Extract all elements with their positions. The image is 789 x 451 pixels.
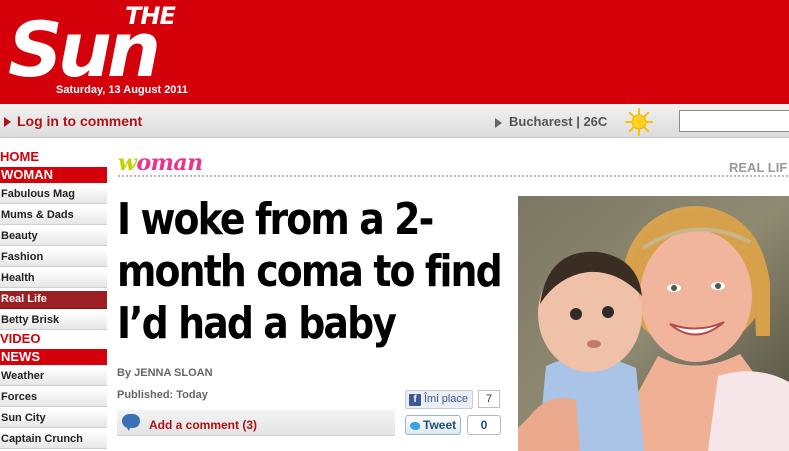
tweet-button[interactable]: Tweet [405, 415, 461, 435]
nav-item-health[interactable]: Health [0, 270, 107, 288]
facebook-like-button[interactable]: f Îmi place [405, 390, 474, 409]
tweet-count: 0 [467, 415, 501, 435]
facebook-like-label: Îmi place [424, 393, 469, 405]
woman-section-logo[interactable]: woman [118, 150, 203, 176]
nav-item-fabulous-mag[interactable]: Fabulous Mag [0, 186, 107, 204]
real-life-section-link[interactable]: REAL LIF [729, 160, 787, 175]
section-logo-rest: oman [136, 150, 203, 176]
login-label: Log in to comment [17, 113, 143, 129]
nav-item-beauty[interactable]: Beauty [0, 228, 107, 246]
arrow-right-icon [4, 117, 11, 128]
nav-item-sun-city[interactable]: Sun City [0, 410, 107, 428]
nav-item-mums-dads[interactable]: Mums & Dads [0, 207, 107, 225]
utility-bar: Log in to comment Bucharest | 26C [0, 104, 789, 138]
nav-item-weather[interactable]: Weather [0, 368, 107, 386]
weather-label: Bucharest | 26C [509, 114, 608, 129]
arrow-right-icon [495, 117, 502, 128]
weather-link[interactable]: Bucharest | 26C [495, 114, 607, 129]
sun-icon [625, 108, 653, 136]
article-photo[interactable] [518, 196, 789, 451]
masthead: Sun THE Saturday, 13 August 2011 [0, 0, 789, 104]
section-logo-initial: w [118, 150, 137, 176]
login-link[interactable]: Log in to comment [4, 113, 142, 129]
nav-video[interactable]: VIDEO [0, 332, 107, 346]
tweet-label: Tweet [423, 418, 457, 432]
nav-item-forces[interactable]: Forces [0, 389, 107, 407]
section-divider [118, 175, 789, 177]
nav-woman[interactable]: WOMAN [0, 167, 107, 183]
nav-item-real-life[interactable]: Real Life [0, 291, 107, 309]
nav-item-fashion[interactable]: Fashion [0, 249, 107, 267]
speech-bubble-icon [122, 414, 140, 431]
facebook-like-count: 7 [478, 390, 500, 408]
article-byline: By JENNA SLOAN [117, 367, 213, 379]
twitter-bird-icon [410, 421, 420, 430]
the-sun-logo[interactable]: Sun THE [8, 2, 240, 88]
article-headline: I woke from a 2-month coma to find I’d h… [117, 194, 503, 349]
photo-mother-and-baby [518, 196, 789, 451]
logo-the-text: THE [125, 2, 176, 30]
nav-home[interactable]: HOME [0, 150, 107, 164]
facebook-icon: f [409, 393, 421, 406]
add-comment-link[interactable]: Add a comment (3) [149, 418, 257, 432]
left-nav: HOME WOMAN Fabulous Mag Mums & Dads Beau… [0, 150, 107, 451]
article-published: Published: Today [117, 389, 208, 401]
date-line: Saturday, 13 August 2011 [56, 84, 189, 96]
nav-news[interactable]: NEWS [0, 349, 107, 365]
comment-bar: Add a comment (3) [117, 410, 395, 436]
nav-item-captain-crunch[interactable]: Captain Crunch [0, 431, 107, 449]
search-input[interactable] [679, 110, 789, 132]
nav-item-betty-brisk[interactable]: Betty Brisk [0, 312, 107, 330]
